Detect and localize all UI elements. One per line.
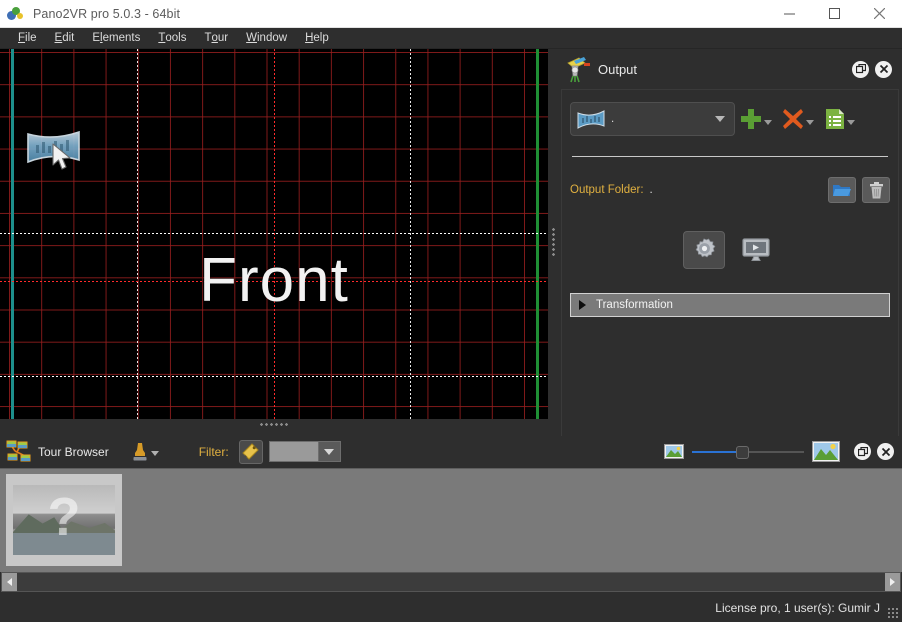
- guide-vertical-left: [137, 49, 138, 419]
- splitter-grip-icon: [259, 422, 289, 426]
- output-type-row: .: [570, 100, 890, 138]
- menu-label-help: elp: [313, 32, 329, 44]
- transformation-section-label: Transformation: [596, 299, 673, 311]
- output-panel-title: Output: [598, 61, 638, 77]
- output-panel-undock-button[interactable]: [852, 60, 869, 78]
- pano2vr-logo-icon: [7, 5, 25, 23]
- output-preview-button[interactable]: [735, 231, 777, 269]
- output-type-value: .: [611, 113, 615, 125]
- menu-label-edit: dit: [62, 32, 75, 44]
- tour-browser-title: Tour Browser: [38, 444, 109, 459]
- resize-grip-icon[interactable]: [887, 607, 899, 619]
- output-folder-row: Output Folder: .: [570, 177, 890, 203]
- output-type-combo[interactable]: .: [570, 102, 735, 136]
- thumbnail-zoom-control: [664, 441, 894, 462]
- transformation-section-header[interactable]: Transformation: [570, 293, 890, 317]
- close-button[interactable]: [857, 0, 902, 27]
- slider-filled-track: [692, 450, 742, 453]
- tour-browser-close-button[interactable]: [877, 443, 894, 460]
- tour-browser-undock-button[interactable]: [854, 443, 871, 460]
- output-panel-close-button[interactable]: [875, 60, 892, 78]
- menu-item-elements[interactable]: El ements: [83, 28, 149, 48]
- clear-folder-button[interactable]: [862, 177, 890, 203]
- tour-browser-horizontal-scrollbar[interactable]: [1, 572, 901, 592]
- maximize-button[interactable]: [812, 0, 857, 27]
- panorama-canvas[interactable]: Front: [0, 49, 548, 419]
- window-title: Pano2VR pro 5.0.3 - 64bit: [33, 6, 181, 21]
- triangle-right-icon: [579, 300, 586, 310]
- scrollbar-track[interactable]: [17, 573, 885, 591]
- filter-combo[interactable]: [268, 441, 341, 462]
- window-controls: [767, 0, 902, 27]
- menu-bar: File Edit El ements Tools To ur Window Hel…: [0, 28, 902, 49]
- output-panel: Output . Output Folder: . Transformation: [558, 49, 902, 436]
- canvas-face-label: Front: [199, 246, 349, 315]
- output-settings-button[interactable]: [683, 231, 725, 269]
- menu-label-file: ile: [25, 32, 37, 44]
- filter-tag-button[interactable]: [238, 439, 263, 464]
- list-item[interactable]: ?: [6, 473, 122, 566]
- menu-item-tour[interactable]: To ur: [195, 28, 237, 48]
- add-output-button[interactable]: [735, 102, 777, 136]
- panorama-patch-sprite[interactable]: [26, 128, 81, 168]
- chevron-down-icon: [715, 116, 725, 122]
- output-folder-label: Output Folder:: [570, 184, 644, 196]
- output-panel-body: . Output Folder: . Transformation: [561, 89, 899, 436]
- chevron-down-icon: [806, 119, 814, 125]
- menu-item-window[interactable]: Window: [237, 28, 296, 48]
- main-area: Front Output . Output Folder: . Transfor…: [0, 49, 902, 436]
- vertical-splitter[interactable]: [548, 49, 558, 436]
- image-small-icon[interactable]: [664, 444, 684, 459]
- output-panel-header: Output: [558, 49, 902, 89]
- untitled-node-thumbnail: ?: [13, 484, 115, 555]
- guide-vertical-right: [410, 49, 411, 419]
- output-publish-icon: [562, 54, 592, 84]
- canvas-left-edge-marker: [11, 49, 14, 419]
- center-line: [274, 49, 275, 419]
- chevron-down-icon: [324, 448, 335, 455]
- menu-item-edit[interactable]: Edit: [46, 28, 84, 48]
- output-list-button[interactable]: [819, 102, 861, 136]
- triangle-left-icon: [7, 578, 12, 586]
- triangle-right-icon: [890, 578, 895, 586]
- menu-item-file[interactable]: File: [9, 28, 46, 48]
- output-folder-value: .: [649, 184, 653, 196]
- panorama-thumb-icon: [577, 109, 605, 129]
- tour-browser-icon: [6, 440, 32, 464]
- image-large-icon[interactable]: [812, 441, 840, 462]
- tour-browser-toolbar: Tour Browser Filter:: [0, 435, 902, 468]
- scroll-left-button[interactable]: [2, 573, 17, 591]
- chevron-down-icon: [847, 119, 855, 125]
- browse-folder-button[interactable]: [828, 177, 856, 203]
- thumbnail-placeholder-mark: ?: [47, 486, 81, 547]
- tour-browser-thumbnail-area[interactable]: ?: [0, 467, 902, 572]
- chevron-down-icon: [150, 451, 159, 456]
- license-status-text: License pro, 1 user(s): Gumir J: [715, 601, 880, 615]
- canvas-pane: Front: [0, 49, 548, 436]
- menu-item-help[interactable]: Help: [296, 28, 338, 48]
- output-action-buttons: [570, 231, 890, 269]
- scroll-right-button[interactable]: [885, 573, 900, 591]
- application-window: Pano2VR pro 5.0.3 - 64bit File Edit El em…: [0, 0, 902, 622]
- menu-label-tools: ools: [165, 32, 187, 44]
- stamp-tool-button[interactable]: [133, 442, 159, 462]
- canvas-right-edge-marker: [536, 49, 539, 419]
- panel-divider: [572, 156, 888, 157]
- chevron-down-icon: [764, 119, 772, 125]
- zoom-slider[interactable]: [692, 444, 804, 460]
- slider-handle[interactable]: [736, 445, 749, 459]
- title-bar: Pano2VR pro 5.0.3 - 64bit: [0, 0, 902, 28]
- splitter-grip-icon: [551, 227, 555, 258]
- canvas-horizontal-splitter[interactable]: [0, 419, 548, 429]
- menu-item-tools[interactable]: Tools: [149, 28, 195, 48]
- minimize-button[interactable]: [767, 0, 812, 27]
- menu-label-window: indow: [257, 32, 288, 44]
- remove-output-button[interactable]: [777, 102, 819, 136]
- filter-label: Filter:: [198, 444, 229, 459]
- status-bar: License pro, 1 user(s): Gumir J: [0, 594, 902, 622]
- filter-dropdown-button[interactable]: [317, 442, 340, 461]
- menu-label-elements: ements: [102, 32, 141, 44]
- filter-value[interactable]: [269, 442, 318, 461]
- menu-label-tour: ur: [217, 32, 229, 44]
